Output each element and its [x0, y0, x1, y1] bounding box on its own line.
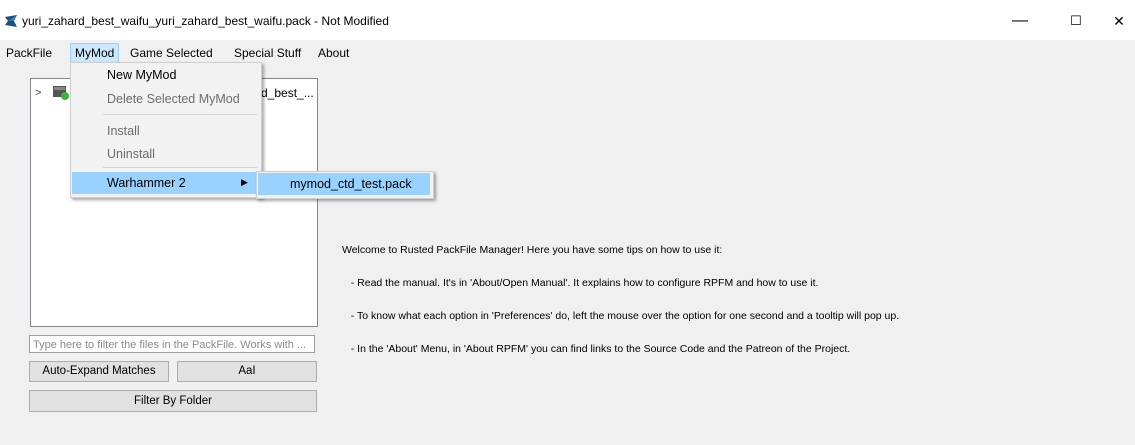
mymod-dropdown-menu: New MyMod Delete Selected MyMod Install … [70, 62, 262, 198]
auto-expand-matches-button[interactable]: Auto-Expand Matches [29, 361, 169, 382]
rpfm-app-icon [5, 15, 17, 27]
menu-packfile[interactable]: PackFile [2, 44, 56, 62]
filter-by-folder-button[interactable]: Filter By Folder [29, 390, 317, 412]
warhammer-2-submenu: mymod_ctd_test.pack [256, 171, 434, 199]
menu-item-delete-selected-mymod[interactable]: Delete Selected MyMod [107, 92, 240, 106]
menu-separator [103, 114, 257, 115]
welcome-tip: - To know what each option in 'Preferenc… [342, 310, 900, 322]
welcome-tip: - Read the manual. It's in 'About/Open M… [342, 277, 819, 289]
submenu-arrow-icon: ▶ [241, 177, 248, 187]
welcome-tip: - In the 'About' Menu, in 'About RPFM' y… [342, 343, 851, 355]
packfile-icon [53, 86, 69, 100]
expand-arrow-icon[interactable]: > [35, 87, 41, 99]
case-sensitive-button[interactable]: AaI [177, 361, 317, 382]
menu-mymod[interactable]: MyMod [70, 43, 120, 63]
menu-game-selected[interactable]: Game Selected [126, 44, 217, 62]
submenu-item-mymod-pack[interactable]: mymod_ctd_test.pack [290, 177, 412, 191]
menu-special-stuff[interactable]: Special Stuff [230, 44, 305, 62]
title-bar: yuri_zahard_best_waifu_yuri_zahard_best_… [0, 0, 1135, 40]
menu-item-warhammer-2[interactable]: Warhammer 2 [107, 176, 186, 190]
maximize-button[interactable]: ☐ [1053, 6, 1099, 36]
minimize-button[interactable]: — [997, 6, 1043, 36]
close-button[interactable]: ✕ [1096, 6, 1135, 36]
menu-item-install[interactable]: Install [107, 124, 140, 138]
welcome-text: Welcome to Rusted PackFile Manager! Here… [342, 223, 899, 366]
filter-input[interactable]: Type here to filter the files in the Pac… [29, 335, 315, 353]
menu-separator [103, 167, 257, 168]
window-title: yuri_zahard_best_waifu_yuri_zahard_best_… [22, 14, 389, 28]
menu-bar: PackFile MyMod Game Selected Special Stu… [0, 42, 1135, 63]
menu-item-new-mymod[interactable]: New MyMod [107, 68, 176, 82]
tree-item-label[interactable]: d_best_... [261, 86, 314, 100]
menu-about[interactable]: About [314, 44, 353, 62]
menu-item-uninstall[interactable]: Uninstall [107, 147, 155, 161]
welcome-heading: Welcome to Rusted PackFile Manager! Here… [342, 244, 723, 256]
